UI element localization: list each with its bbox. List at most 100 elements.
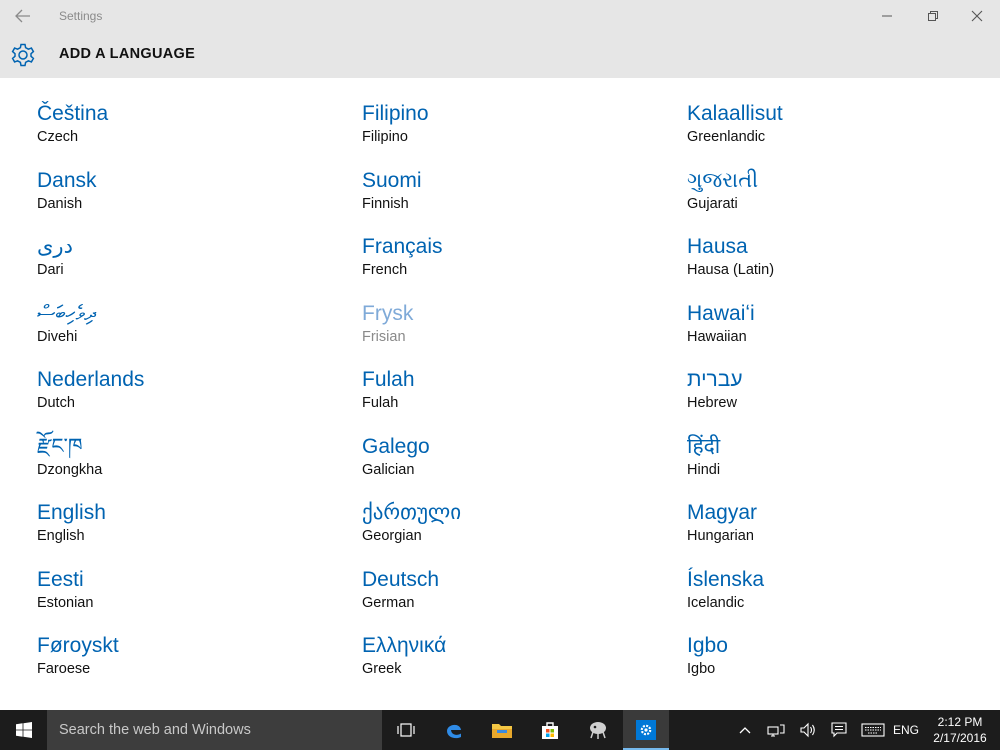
language-native-name: Frysk — [362, 301, 414, 325]
windows-logo-icon — [15, 722, 32, 738]
taskbar: Search the web and Windows ENG 2:12 PM 2… — [0, 710, 1000, 750]
close-button[interactable] — [954, 0, 1000, 32]
language-item[interactable]: ગુજરાતી Gujarati — [687, 167, 987, 234]
language-native-name: Français — [362, 235, 443, 258]
action-center-icon — [831, 722, 847, 738]
language-english-name: Filipino — [362, 129, 408, 145]
language-english-name: Dzongkha — [37, 461, 103, 478]
language-english-name: Faroese — [37, 661, 91, 677]
back-button[interactable] — [8, 2, 38, 30]
language-english-name: Greenlandic — [687, 129, 766, 145]
keyboard-icon — [861, 723, 885, 737]
language-item[interactable]: Hausa Hausa (Latin) — [687, 233, 987, 300]
language-native-name: Magyar — [687, 501, 758, 524]
language-native-name: Nederlands — [37, 368, 145, 391]
store-button[interactable] — [527, 710, 573, 750]
language-item[interactable]: Deutsch German — [362, 566, 662, 633]
language-english-name: Hebrew — [687, 395, 737, 411]
language-item[interactable]: ދިވެހިބަސް Divehi — [37, 300, 337, 367]
volume-button[interactable] — [795, 710, 821, 750]
action-center-button[interactable] — [826, 710, 852, 750]
language-item[interactable]: Čeština Czech — [37, 100, 337, 167]
language-english-name: Galician — [362, 461, 415, 478]
restore-icon — [928, 11, 938, 21]
language-native-name: Filipino — [362, 102, 429, 125]
clock[interactable]: 2:12 PM 2/17/2016 — [925, 714, 995, 746]
language-english-name: Icelandic — [687, 594, 745, 611]
language-item[interactable]: Føroyskt Faroese — [37, 632, 337, 699]
task-view-button[interactable] — [383, 710, 429, 750]
search-input[interactable]: Search the web and Windows — [47, 710, 382, 750]
chevron-up-icon — [739, 727, 751, 734]
language-native-name: हिंदी — [687, 434, 721, 458]
language-item[interactable]: درى Dari — [37, 233, 337, 300]
edge-button[interactable] — [431, 710, 477, 750]
language-item[interactable]: हिंदी Hindi — [687, 433, 987, 500]
language-native-name: Fulah — [362, 368, 415, 391]
app-button[interactable] — [575, 710, 621, 750]
language-native-name: Hawaiʻi — [687, 301, 755, 325]
language-native-name: ქართული — [362, 501, 462, 524]
language-native-name: درى — [37, 235, 73, 258]
settings-taskbar-button[interactable] — [623, 710, 669, 750]
language-item[interactable]: Eesti Estonian — [37, 566, 337, 633]
language-english-name: Frisian — [362, 328, 406, 345]
language-english-name: Finnish — [362, 195, 409, 212]
language-english-name: Dari — [37, 262, 64, 278]
language-native-name: Ελληνικά — [362, 634, 447, 657]
store-icon — [542, 722, 558, 739]
clock-time: 2:12 PM — [937, 715, 983, 729]
file-explorer-button[interactable] — [479, 710, 525, 750]
show-hidden-icons-button[interactable] — [734, 710, 756, 750]
language-native-name: Føroyskt — [37, 634, 119, 657]
language-english-name: Igbo — [687, 661, 716, 677]
language-column-2: Filipino Filipino Suomi Finnish Français Fren… — [362, 100, 662, 699]
language-item[interactable]: Galego Galician — [362, 433, 662, 500]
language-column-3: Kalaallisut Greenlandic ગુજરાતી Gujarati Hau… — [687, 100, 987, 699]
page-header: ADD A LANGUAGE — [0, 32, 1000, 78]
window-title: Settings — [59, 9, 103, 23]
language-item[interactable]: Magyar Hungarian — [687, 499, 987, 566]
network-button[interactable] — [763, 710, 789, 750]
language-english-name: English — [37, 528, 85, 544]
language-item[interactable]: རྫོང་ཁ Dzongkha — [37, 433, 337, 500]
close-icon — [971, 10, 983, 22]
restore-button[interactable] — [910, 0, 956, 32]
language-native-name: Deutsch — [362, 567, 440, 591]
language-english-name: Greek — [362, 661, 402, 677]
language-english-name: Hausa (Latin) — [687, 262, 775, 278]
touch-keyboard-button[interactable] — [858, 710, 888, 750]
language-item[interactable]: English English — [37, 499, 337, 566]
language-item[interactable]: עברית Hebrew — [687, 366, 987, 433]
input-language-indicator[interactable]: ENG — [893, 723, 919, 737]
start-button[interactable] — [0, 710, 47, 750]
language-item[interactable]: Nederlands Dutch — [37, 366, 337, 433]
language-english-name: Hungarian — [687, 528, 754, 544]
language-native-name: English — [37, 501, 106, 524]
clock-date: 2/17/2016 — [933, 731, 987, 745]
language-item[interactable]: Íslenska Icelandic — [687, 566, 987, 633]
language-native-name: Íslenska — [687, 567, 765, 591]
language-item[interactable]: Ελληνικά Greek — [362, 632, 662, 699]
minimize-button[interactable] — [864, 0, 910, 32]
language-english-name: Georgian — [362, 528, 422, 544]
language-native-name: ދިވެހިބަސް — [37, 301, 96, 325]
language-item[interactable]: Filipino Filipino — [362, 100, 662, 167]
language-item[interactable]: Suomi Finnish — [362, 167, 662, 234]
language-item[interactable]: Hawaiʻi Hawaiian — [687, 300, 987, 367]
language-list: Čeština Czech Dansk Danish درى Dari ދިވެހިބަސް… — [0, 78, 1000, 710]
language-item[interactable]: Fulah Fulah — [362, 366, 662, 433]
language-native-name: Eesti — [37, 567, 84, 591]
language-item[interactable]: Igbo Igbo — [687, 632, 987, 699]
language-item[interactable]: ქართული Georgian — [362, 499, 662, 566]
language-item[interactable]: Dansk Danish — [37, 167, 337, 234]
language-english-name: Dutch — [37, 395, 75, 411]
language-english-name: French — [362, 262, 408, 278]
edge-icon — [447, 724, 461, 739]
language-item[interactable]: Français French — [362, 233, 662, 300]
file-explorer-icon — [492, 724, 512, 738]
language-english-name: Danish — [37, 195, 83, 212]
language-item[interactable]: Kalaallisut Greenlandic — [687, 100, 987, 167]
language-native-name: Kalaallisut — [687, 102, 783, 125]
language-english-name: Gujarati — [687, 195, 738, 212]
